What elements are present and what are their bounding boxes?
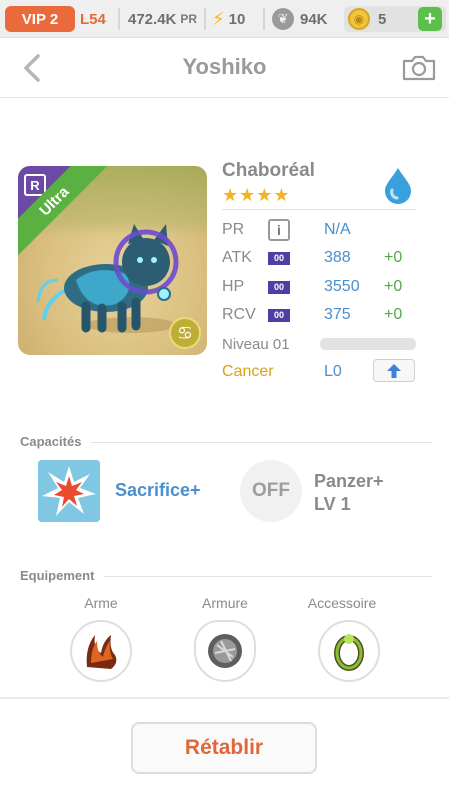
add-coins-button[interactable]: + (418, 7, 442, 31)
camera-icon[interactable] (401, 54, 437, 82)
coin-value: 5 (378, 10, 387, 28)
player-power-unit: PR (180, 12, 198, 26)
stat-value: 388 (324, 249, 351, 266)
accessory-label: Accessoire (307, 595, 377, 611)
stat-value: 375 (324, 306, 351, 323)
energy-counter[interactable]: ⚡ 10 (212, 6, 245, 32)
vip-badge[interactable]: VIP 2 (5, 6, 75, 32)
stat-label: PR (222, 221, 245, 238)
equipment-title: Equipement (20, 568, 105, 583)
paw-counter[interactable]: ❦ 94K (272, 6, 328, 32)
stat-tag: 00 (268, 308, 290, 322)
stat-label: HP (222, 278, 245, 295)
info-divider (222, 209, 416, 210)
paw-icon: ❦ (272, 8, 294, 30)
zodiac-row: Cancer L0 (222, 360, 342, 384)
top-status-bar: VIP 2 L54 472.4K PR ⚡ 10 ❦ 94K ◉ 5 + (0, 0, 449, 38)
stat-row-pr: PR i N/A (222, 218, 384, 242)
claw-weapon-icon (86, 635, 117, 669)
armor-label: Armure (202, 595, 248, 611)
energy-value: 10 (228, 10, 246, 28)
creature-portrait[interactable]: R Ultra ♋ (18, 166, 207, 355)
armor-slot[interactable] (194, 620, 256, 682)
abilities-title: Capacités (20, 434, 92, 449)
player-level: L54 (80, 10, 106, 28)
shield-armor-icon (208, 634, 242, 668)
zodiac-level: L0 (324, 363, 342, 380)
stat-bonus: +0 (384, 249, 403, 266)
lightning-icon: ⚡ (212, 8, 225, 29)
level-row: Niveau 01 (222, 333, 290, 355)
info-button[interactable]: i (268, 219, 290, 241)
level-progress-bar (320, 338, 416, 350)
stat-value: N/A (324, 221, 351, 238)
stat-value: 3550 (324, 278, 360, 295)
weapon-label: Arme (84, 595, 118, 611)
arrow-up-icon (387, 363, 401, 378)
stat-row-hp: HP 00 3550 +0 (222, 275, 402, 299)
stat-row-atk: ATK 00 388 +0 (222, 246, 402, 270)
stat-label: ATK (222, 249, 252, 266)
stat-tag: 00 (268, 251, 290, 265)
divider (118, 8, 120, 30)
reset-button[interactable]: Rétablir (131, 722, 317, 774)
zodiac-upgrade-button[interactable] (373, 359, 415, 382)
divider (204, 8, 206, 30)
level-label: Niveau 01 (222, 335, 290, 353)
skill2-name: Panzer+ (314, 471, 384, 491)
ring-accessory-icon (334, 634, 364, 671)
zodiac-cancer-icon: ♋ (169, 317, 201, 349)
stat-bonus: +0 (384, 306, 403, 323)
skill2-level: LV 1 (314, 494, 351, 514)
page-header: Yoshiko (0, 38, 449, 98)
weapon-slot[interactable] (70, 620, 132, 682)
skill-name[interactable]: Sacrifice+ (115, 480, 201, 501)
sacrifice-skill-icon[interactable] (38, 460, 100, 522)
skill-name[interactable]: Panzer+ LV 1 (314, 470, 384, 516)
panzer-skill-icon[interactable]: OFF (240, 460, 302, 522)
creature-image (36, 224, 179, 333)
divider (263, 8, 265, 30)
page-title: Yoshiko (182, 54, 267, 79)
player-power-value: 472.4K (128, 10, 177, 28)
coin-counter[interactable]: ◉ 5 + (344, 6, 446, 32)
accessory-slot[interactable] (318, 620, 380, 682)
stat-tag: 00 (268, 280, 290, 294)
stat-bonus: +0 (384, 278, 403, 295)
footer-divider (0, 697, 449, 699)
player-power: 472.4K PR (128, 6, 197, 32)
explosion-icon (38, 460, 100, 522)
water-element-icon (385, 168, 411, 204)
paw-value: 94K (300, 10, 328, 28)
coin-icon: ◉ (348, 8, 370, 30)
zodiac-name: Cancer (222, 363, 274, 380)
stat-label: RCV (222, 306, 256, 323)
stat-row-rcv: RCV 00 375 +0 (222, 303, 402, 327)
